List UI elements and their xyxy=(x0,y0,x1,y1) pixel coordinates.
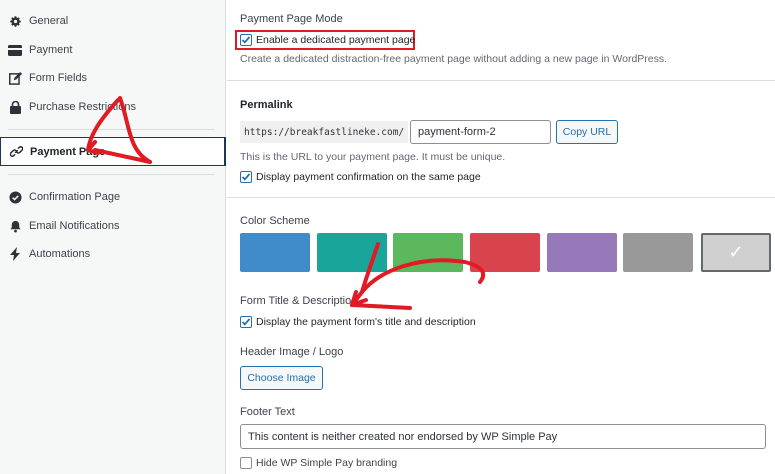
permalink-description: This is the URL to your payment page. It… xyxy=(240,151,506,163)
choose-image-button[interactable]: Choose Image xyxy=(240,366,323,390)
sidebar-item-general[interactable]: General xyxy=(0,7,226,35)
sidebar-item-label: Confirmation Page xyxy=(29,191,121,203)
hide-branding-label: Hide WP Simple Pay branding xyxy=(256,457,398,469)
color-swatch[interactable] xyxy=(240,233,310,272)
footer-text-title: Footer Text xyxy=(240,406,295,418)
sidebar-item-payment-page[interactable]: Payment Page xyxy=(0,137,226,166)
hide-branding-checkbox[interactable] xyxy=(240,457,252,469)
permalink-title: Permalink xyxy=(240,99,293,111)
sidebar-item-purchase-restrictions[interactable]: Purchase Restrictions xyxy=(0,93,226,121)
settings-sidebar: General Payment Form Fields Purchase Res… xyxy=(0,0,226,474)
check-circle-icon xyxy=(8,190,22,204)
display-title-label: Display the payment form's title and des… xyxy=(256,316,476,328)
permalink-prefix: https://breakfastlineke.com/ xyxy=(240,121,408,143)
color-swatch[interactable] xyxy=(547,233,617,272)
credit-card-icon xyxy=(8,43,22,57)
header-image-title: Header Image / Logo xyxy=(240,346,344,358)
hide-branding-checkbox-row[interactable]: Hide WP Simple Pay branding xyxy=(240,457,397,469)
enable-payment-page-label: Enable a dedicated payment page xyxy=(256,34,416,46)
settings-main: Payment Page Mode Enable a dedicated pay… xyxy=(227,0,775,474)
display-confirmation-label: Display payment confirmation on the same… xyxy=(256,171,481,183)
selected-checkmark-icon: ✓ xyxy=(728,242,744,262)
copy-url-button[interactable]: Copy URL xyxy=(556,120,618,144)
payment-mode-title: Payment Page Mode xyxy=(240,13,343,25)
bolt-icon xyxy=(8,247,22,261)
sidebar-divider xyxy=(8,174,214,175)
enable-payment-page-checkbox[interactable] xyxy=(240,34,252,46)
display-confirmation-checkbox-row[interactable]: Display payment confirmation on the same… xyxy=(240,171,481,183)
color-swatch[interactable] xyxy=(393,233,463,272)
enable-payment-page-checkbox-row[interactable]: Enable a dedicated payment page xyxy=(240,34,415,46)
sidebar-item-label: Payment xyxy=(29,44,73,56)
sidebar-item-label: Form Fields xyxy=(29,72,88,84)
footer-text-input[interactable]: This content is neither created nor endo… xyxy=(240,424,766,449)
lock-icon xyxy=(8,100,22,114)
sidebar-item-email-notifications[interactable]: Email Notifications xyxy=(0,212,226,240)
sidebar-item-payment[interactable]: Payment xyxy=(0,36,226,64)
bell-icon xyxy=(8,219,22,233)
color-swatch[interactable] xyxy=(623,233,693,272)
section-divider xyxy=(227,80,775,81)
sidebar-item-label: General xyxy=(29,15,69,27)
color-scheme-title: Color Scheme xyxy=(240,215,310,227)
sidebar-item-label: Automations xyxy=(29,248,91,260)
color-swatch[interactable]: ✓ xyxy=(701,233,771,272)
color-swatch[interactable] xyxy=(317,233,387,272)
form-title-heading: Form Title & Description xyxy=(240,295,358,307)
sidebar-divider xyxy=(8,129,214,130)
display-title-checkbox[interactable] xyxy=(240,316,252,328)
sidebar-item-label: Payment Page xyxy=(30,145,106,158)
sidebar-item-label: Purchase Restrictions xyxy=(29,101,136,113)
payment-mode-description: Create a dedicated distraction-free paym… xyxy=(240,53,668,65)
color-swatch[interactable] xyxy=(470,233,540,272)
link-icon xyxy=(9,145,23,159)
sidebar-item-form-fields[interactable]: Form Fields xyxy=(0,64,226,92)
sidebar-item-label: Email Notifications xyxy=(29,220,120,232)
display-confirmation-checkbox[interactable] xyxy=(240,171,252,183)
sidebar-item-confirmation-page[interactable]: Confirmation Page xyxy=(0,183,226,211)
sidebar-item-automations[interactable]: Automations xyxy=(0,240,226,268)
edit-icon xyxy=(8,71,22,85)
gear-icon xyxy=(8,14,22,28)
section-divider xyxy=(227,197,775,198)
permalink-input[interactable]: payment-form-2 xyxy=(410,120,551,144)
display-title-checkbox-row[interactable]: Display the payment form's title and des… xyxy=(240,316,476,328)
